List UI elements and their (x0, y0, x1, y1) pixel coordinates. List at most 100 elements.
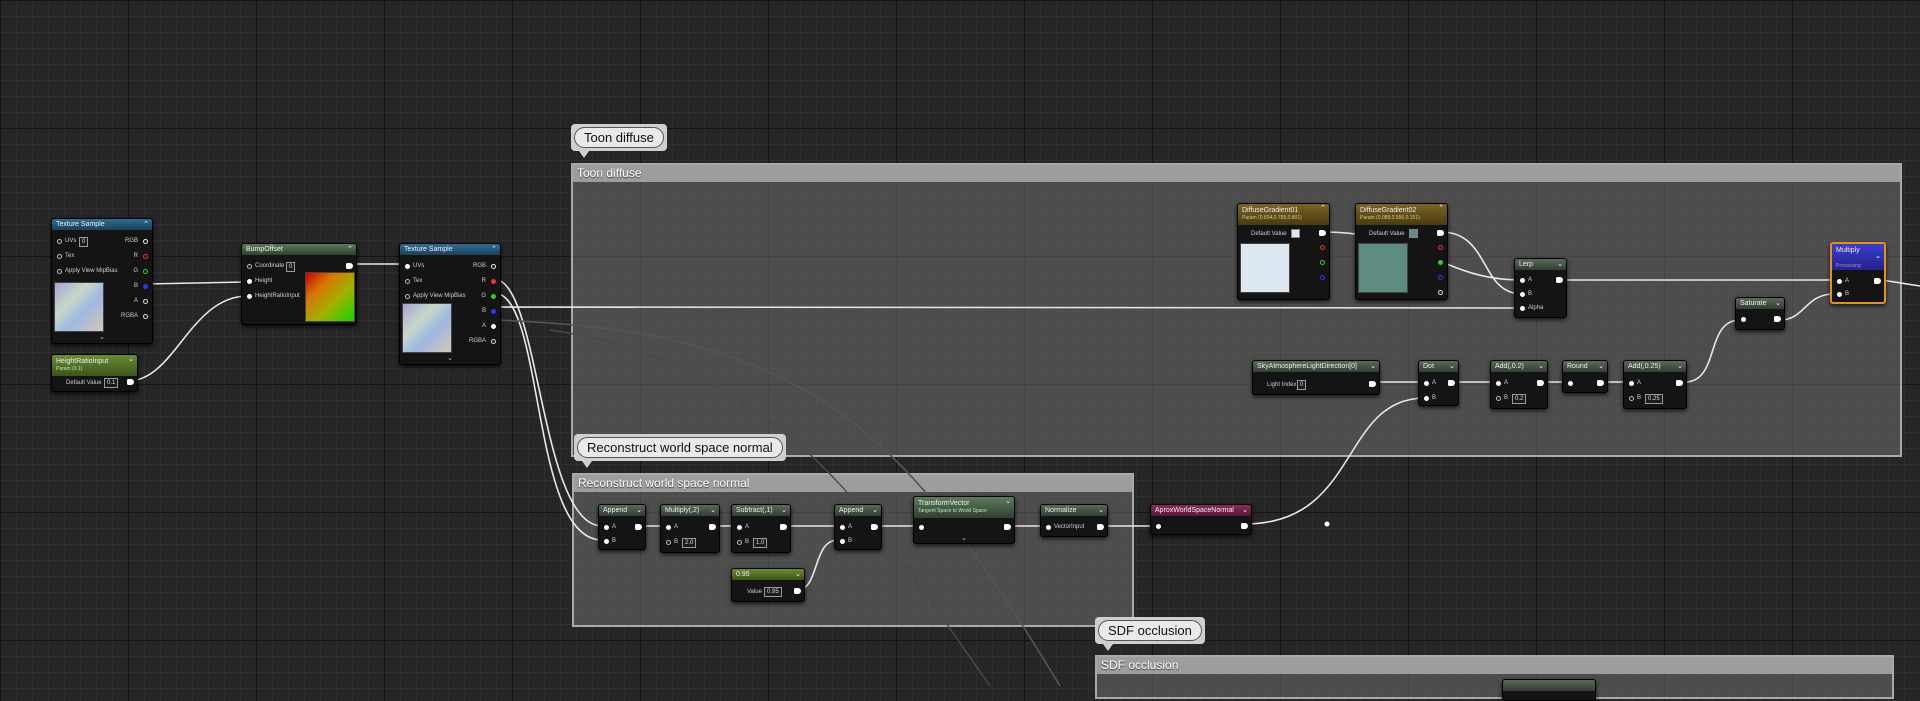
collapse-icon[interactable]: ⌄ (1875, 252, 1881, 261)
a-pin[interactable] (1629, 381, 1634, 386)
b-value-field[interactable]: 0.2 (1512, 394, 1527, 404)
diffuse-gradient-02-node[interactable]: DiffuseGradient02 Param (0.089,0.556,0.15… (1355, 203, 1448, 300)
aprox-world-space-normal-node[interactable]: AproxWorldSpaceNormal ⌄ (1150, 504, 1252, 535)
append-node-1[interactable]: Append ⌄ A B (598, 504, 646, 550)
g-pin[interactable] (1438, 260, 1443, 265)
collapse-icon[interactable]: ⌃ (491, 244, 497, 255)
collapse-icon[interactable]: ⌄ (1538, 361, 1544, 372)
b-value-field[interactable]: 2.0 (682, 538, 697, 548)
input-pin[interactable] (1156, 524, 1161, 529)
height-ratio-input-node[interactable]: HeightRatioInput Param (0.1) ⌄ Default Val… (51, 354, 138, 392)
rgba-pin[interactable] (143, 314, 148, 319)
collapse-icon[interactable]: ⌄ (1098, 505, 1104, 516)
uvs-pin[interactable] (57, 239, 62, 244)
r-pin[interactable] (1320, 245, 1325, 250)
b-pin[interactable] (1520, 292, 1525, 297)
output-pin[interactable] (1097, 524, 1104, 530)
collapse-icon[interactable]: ⌃ (143, 219, 149, 230)
normalize-node[interactable]: Normalize ⌄ VectorInput (1040, 504, 1108, 537)
g-pin[interactable] (1320, 260, 1325, 265)
texture-sample-node-1[interactable]: Texture Sample ⌃ UVs 0 Tex Apply View Mip… (51, 218, 153, 344)
b-pin[interactable] (1629, 396, 1634, 401)
height-pin[interactable] (247, 279, 252, 284)
uvs-value-field[interactable]: 0 (79, 237, 89, 247)
b-pin[interactable] (737, 540, 742, 545)
a-pin[interactable] (666, 525, 671, 530)
vector-input-pin[interactable] (1046, 525, 1051, 530)
reconstruct-normal-comment[interactable]: Reconstruct world space normal (572, 473, 1134, 627)
input-pin[interactable] (1568, 381, 1573, 386)
constant-0-95-node[interactable]: 0.95 ⌄ Value 0.95 (731, 568, 805, 602)
r-pin[interactable] (143, 254, 148, 259)
transform-vector-node[interactable]: TransformVector Tangent Space to World Sp… (913, 496, 1015, 544)
height-ratio-pin[interactable] (247, 294, 252, 299)
diffuse-gradient-01-node[interactable]: DiffuseGradient01 Param (0.834,0.789,0.80… (1237, 203, 1330, 300)
toon-diffuse-bubble[interactable]: Toon diffuse (571, 124, 667, 158)
output-pin[interactable] (1241, 523, 1248, 529)
output-pin[interactable] (1004, 524, 1011, 530)
reconstruct-normal-bubble[interactable]: Reconstruct world space normal (574, 434, 786, 468)
lerp-node[interactable]: Lerp ⌄ A B Alpha (1514, 258, 1567, 318)
collapse-icon[interactable]: ⌄ (1005, 497, 1011, 506)
r-pin[interactable] (1438, 245, 1443, 250)
output-pin[interactable] (1537, 380, 1544, 386)
bump-offset-node[interactable]: BumpOffset ⌃ Coordinate 0 Height HeightRa… (241, 243, 357, 325)
output-pin[interactable] (709, 524, 716, 530)
expand-chevron-icon[interactable]: ⌄ (99, 333, 105, 341)
input-pin[interactable] (919, 525, 924, 530)
collapse-icon[interactable]: ⌄ (1242, 505, 1248, 516)
output-pin[interactable] (780, 524, 787, 530)
a-pin[interactable] (491, 324, 496, 329)
b-value-field[interactable]: 1.0 (753, 538, 768, 548)
collapse-icon[interactable]: ⌄ (1598, 361, 1604, 372)
output-pin[interactable] (1874, 278, 1881, 284)
a-pin[interactable] (143, 299, 148, 304)
collapse-icon[interactable]: ⌄ (1557, 259, 1563, 270)
rgb-pin[interactable] (491, 264, 496, 269)
input-pin[interactable] (1741, 317, 1746, 322)
coordinate-pin[interactable] (247, 264, 252, 269)
collapse-icon[interactable]: ⌄ (1449, 361, 1455, 372)
a-pin[interactable] (1520, 278, 1525, 283)
dot-node[interactable]: Dot ⌄ A B (1418, 360, 1459, 406)
collapse-icon[interactable]: ⌄ (1677, 361, 1683, 372)
round-node[interactable]: Round ⌄ (1562, 360, 1608, 393)
a-pin[interactable] (604, 525, 609, 530)
multiply-2-node[interactable]: Multiply(,2) ⌄ A B 2.0 (660, 504, 720, 553)
value-field[interactable]: 0.95 (764, 587, 782, 597)
output-pin[interactable] (871, 524, 878, 530)
sdf-occlusion-comment[interactable]: SDF occlusion (1095, 655, 1894, 699)
b-pin[interactable] (143, 284, 148, 289)
a-pin[interactable] (1837, 279, 1842, 284)
a-pin[interactable] (1496, 381, 1501, 386)
b-pin[interactable] (1496, 396, 1501, 401)
mipbias-pin[interactable] (57, 269, 62, 274)
light-index-field[interactable]: 0 (1297, 380, 1307, 390)
expand-chevron-icon[interactable]: ⌄ (447, 354, 453, 362)
output-pin[interactable] (1369, 381, 1376, 387)
b-pin[interactable] (1424, 396, 1429, 401)
output-pin[interactable] (1448, 380, 1455, 386)
multiply-main-node[interactable]: Multiply Processing ⌄ A B (1830, 242, 1886, 304)
default-value-field[interactable]: 0.1 (104, 378, 119, 388)
output-pin[interactable] (794, 588, 801, 594)
collapse-icon[interactable]: ⌄ (128, 355, 134, 364)
tex-pin[interactable] (57, 254, 62, 259)
output-pin[interactable] (1676, 380, 1683, 386)
add-0-25-node[interactable]: Add(,0.25) ⌄ A B 0.25 (1623, 360, 1687, 409)
tex-pin[interactable] (405, 279, 410, 284)
expand-chevron-icon[interactable]: ⌄ (961, 534, 967, 542)
append-node-2[interactable]: Append ⌄ A B (834, 504, 882, 550)
collapse-icon[interactable]: ⌃ (1320, 204, 1326, 213)
collapse-icon[interactable]: ⌄ (1370, 361, 1376, 372)
collapse-icon[interactable]: ⌄ (795, 569, 801, 580)
uvs-pin[interactable] (405, 264, 410, 269)
collapse-icon[interactable]: ⌄ (872, 505, 878, 516)
g-pin[interactable] (143, 269, 148, 274)
rgb-pin[interactable] (143, 239, 148, 244)
collapse-icon[interactable]: ⌄ (636, 505, 642, 516)
rgba-pin[interactable] (491, 339, 496, 344)
b-pin[interactable] (604, 539, 609, 544)
output-pin[interactable] (1774, 316, 1781, 322)
color-swatch[interactable] (1291, 229, 1300, 238)
